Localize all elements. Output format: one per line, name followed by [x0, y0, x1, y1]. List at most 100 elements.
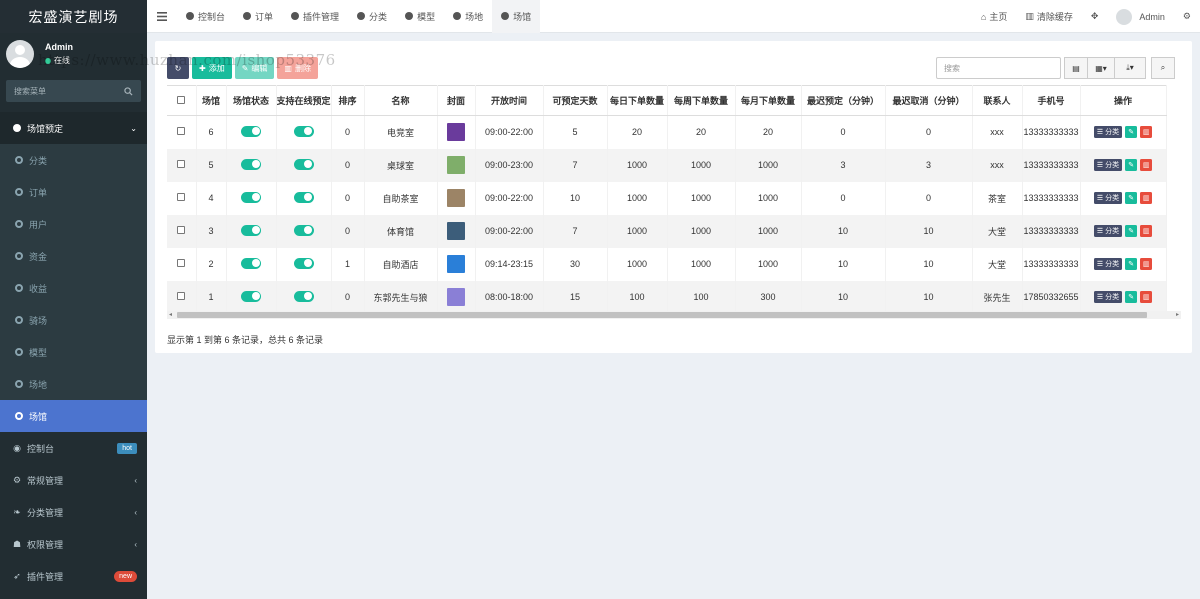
- sidebar-item-3[interactable]: 资金: [0, 240, 147, 272]
- row-checkbox[interactable]: [177, 127, 186, 136]
- status-toggle[interactable]: [241, 224, 261, 236]
- column-header[interactable]: 最迟取消（分钟）: [885, 85, 973, 116]
- fullscreen-button[interactable]: ✥: [1082, 0, 1108, 33]
- scroll-right-icon[interactable]: ▸: [1176, 311, 1179, 319]
- sidebar-item-2[interactable]: 用户: [0, 208, 147, 240]
- delete-row-button[interactable]: ▥: [1140, 225, 1153, 237]
- status-toggle[interactable]: [241, 290, 261, 302]
- category-button[interactable]: ☰ 分类: [1093, 192, 1123, 204]
- scroll-thumb[interactable]: [177, 312, 1147, 318]
- edit-row-button[interactable]: ✎: [1125, 159, 1138, 171]
- sidebar-item-main-2[interactable]: ❧ 分类管理 ‹: [0, 496, 147, 528]
- cover-thumbnail[interactable]: [447, 222, 466, 240]
- refresh-button[interactable]: ↻: [167, 57, 189, 79]
- online-booking-toggle[interactable]: [293, 257, 314, 269]
- tab-3[interactable]: 分类: [348, 0, 396, 33]
- edit-row-button[interactable]: ✎: [1125, 225, 1138, 237]
- sidebar-item-main-3[interactable]: ☗ 权限管理 ‹: [0, 528, 147, 560]
- menu-toggle-icon[interactable]: [147, 0, 177, 33]
- row-checkbox[interactable]: [177, 193, 186, 201]
- select-all-checkbox[interactable]: [177, 95, 186, 104]
- delete-row-button[interactable]: ▥: [1140, 192, 1153, 204]
- sidebar-item-1[interactable]: 订单: [0, 176, 147, 208]
- delete-row-button[interactable]: ▥: [1140, 291, 1153, 303]
- sidebar-item-0[interactable]: 分类: [0, 144, 147, 176]
- sidebar-item-8[interactable]: 场馆: [0, 400, 147, 432]
- status-toggle[interactable]: [241, 257, 261, 269]
- cover-thumbnail[interactable]: [447, 189, 466, 207]
- status-toggle[interactable]: [241, 158, 261, 170]
- menu-search-input[interactable]: 搜索菜单: [6, 80, 141, 102]
- toggle-view-button[interactable]: ▤: [1064, 57, 1088, 79]
- column-header[interactable]: 每周下单数量: [667, 85, 736, 116]
- online-booking-toggle[interactable]: [293, 191, 314, 203]
- row-checkbox[interactable]: [177, 292, 186, 300]
- sidebar-item-4[interactable]: 收益: [0, 272, 147, 304]
- cover-thumbnail[interactable]: [447, 288, 466, 306]
- online-booking-toggle[interactable]: [293, 158, 314, 170]
- category-button[interactable]: ☰ 分类: [1093, 225, 1123, 237]
- tab-2[interactable]: 插件管理: [282, 0, 348, 33]
- clear-cache-button[interactable]: ▥ 清除缓存: [1016, 0, 1082, 33]
- cover-thumbnail[interactable]: [447, 123, 466, 142]
- edit-button[interactable]: ✎ 编辑: [234, 57, 275, 79]
- sidebar-item-main-4[interactable]: ➶ 插件管理 new: [0, 560, 147, 592]
- sidebar-item-main-1[interactable]: ⚙ 常规管理 ‹: [0, 464, 147, 496]
- table-search-input[interactable]: 搜索: [936, 57, 1061, 79]
- sidebar-item-main-0[interactable]: ◉ 控制台 hot: [0, 432, 147, 464]
- column-header[interactable]: 支持在线预定: [276, 85, 332, 116]
- columns-button[interactable]: ▦▾: [1087, 57, 1115, 79]
- column-header[interactable]: 场馆: [196, 85, 227, 116]
- category-button[interactable]: ☰ 分类: [1093, 258, 1123, 270]
- edit-row-button[interactable]: ✎: [1125, 291, 1138, 303]
- tab-5[interactable]: 场地: [444, 0, 492, 33]
- column-header[interactable]: 开放时间: [475, 85, 544, 116]
- sidebar-item-6[interactable]: 模型: [0, 336, 147, 368]
- column-header[interactable]: 排序: [331, 85, 365, 116]
- edit-row-button[interactable]: ✎: [1125, 192, 1138, 204]
- column-header[interactable]: 每月下单数量: [735, 85, 802, 116]
- row-checkbox[interactable]: [177, 160, 186, 168]
- column-header[interactable]: 名称: [364, 85, 438, 116]
- column-header[interactable]: 最迟预定（分钟）: [801, 85, 886, 116]
- column-header[interactable]: 可预定天数: [543, 85, 608, 116]
- edit-row-button[interactable]: ✎: [1125, 258, 1138, 270]
- column-header[interactable]: 每日下单数量: [607, 85, 668, 116]
- online-booking-toggle[interactable]: [293, 224, 314, 236]
- horizontal-scrollbar[interactable]: ◂ ▸: [167, 311, 1181, 319]
- sidebar-item-7[interactable]: 场地: [0, 368, 147, 400]
- user-menu[interactable]: Admin: [1107, 0, 1174, 33]
- edit-row-button[interactable]: ✎: [1125, 126, 1138, 139]
- delete-row-button[interactable]: ▥: [1140, 159, 1153, 171]
- delete-button[interactable]: ▥ 删除: [277, 57, 318, 79]
- tab-0[interactable]: 控制台: [177, 0, 234, 33]
- tab-1[interactable]: 订单: [234, 0, 282, 33]
- column-header[interactable]: 场馆状态: [226, 85, 277, 116]
- status-toggle[interactable]: [241, 191, 261, 203]
- online-booking-toggle[interactable]: [293, 290, 314, 302]
- category-button[interactable]: ☰ 分类: [1093, 291, 1123, 303]
- delete-row-button[interactable]: ▥: [1140, 258, 1153, 270]
- scroll-left-icon[interactable]: ◂: [169, 311, 172, 319]
- column-header[interactable]: 操作: [1080, 85, 1167, 116]
- cover-thumbnail[interactable]: [447, 255, 466, 273]
- column-header[interactable]: 封面: [437, 85, 476, 116]
- tab-4[interactable]: 模型: [396, 0, 444, 33]
- status-toggle[interactable]: [241, 125, 261, 137]
- add-button[interactable]: ✚ 添加: [192, 57, 232, 79]
- row-checkbox[interactable]: [177, 259, 186, 267]
- column-header[interactable]: 手机号: [1022, 85, 1081, 116]
- category-button[interactable]: ☰ 分类: [1093, 126, 1123, 139]
- advanced-search-button[interactable]: ⌕: [1151, 57, 1175, 79]
- sidebar-item-5[interactable]: 骑场: [0, 304, 147, 336]
- home-link[interactable]: ⌂ 主页: [972, 0, 1016, 33]
- tab-6[interactable]: 场馆: [492, 0, 541, 33]
- online-booking-toggle[interactable]: [293, 125, 314, 137]
- delete-row-button[interactable]: ▥: [1140, 126, 1153, 139]
- settings-button[interactable]: ⚙: [1174, 0, 1200, 33]
- category-button[interactable]: ☰ 分类: [1093, 159, 1123, 171]
- app-logo[interactable]: 宏盛演艺剧场: [0, 0, 147, 33]
- row-checkbox[interactable]: [177, 226, 186, 234]
- column-header[interactable]: 联系人: [972, 85, 1023, 116]
- cover-thumbnail[interactable]: [447, 156, 466, 174]
